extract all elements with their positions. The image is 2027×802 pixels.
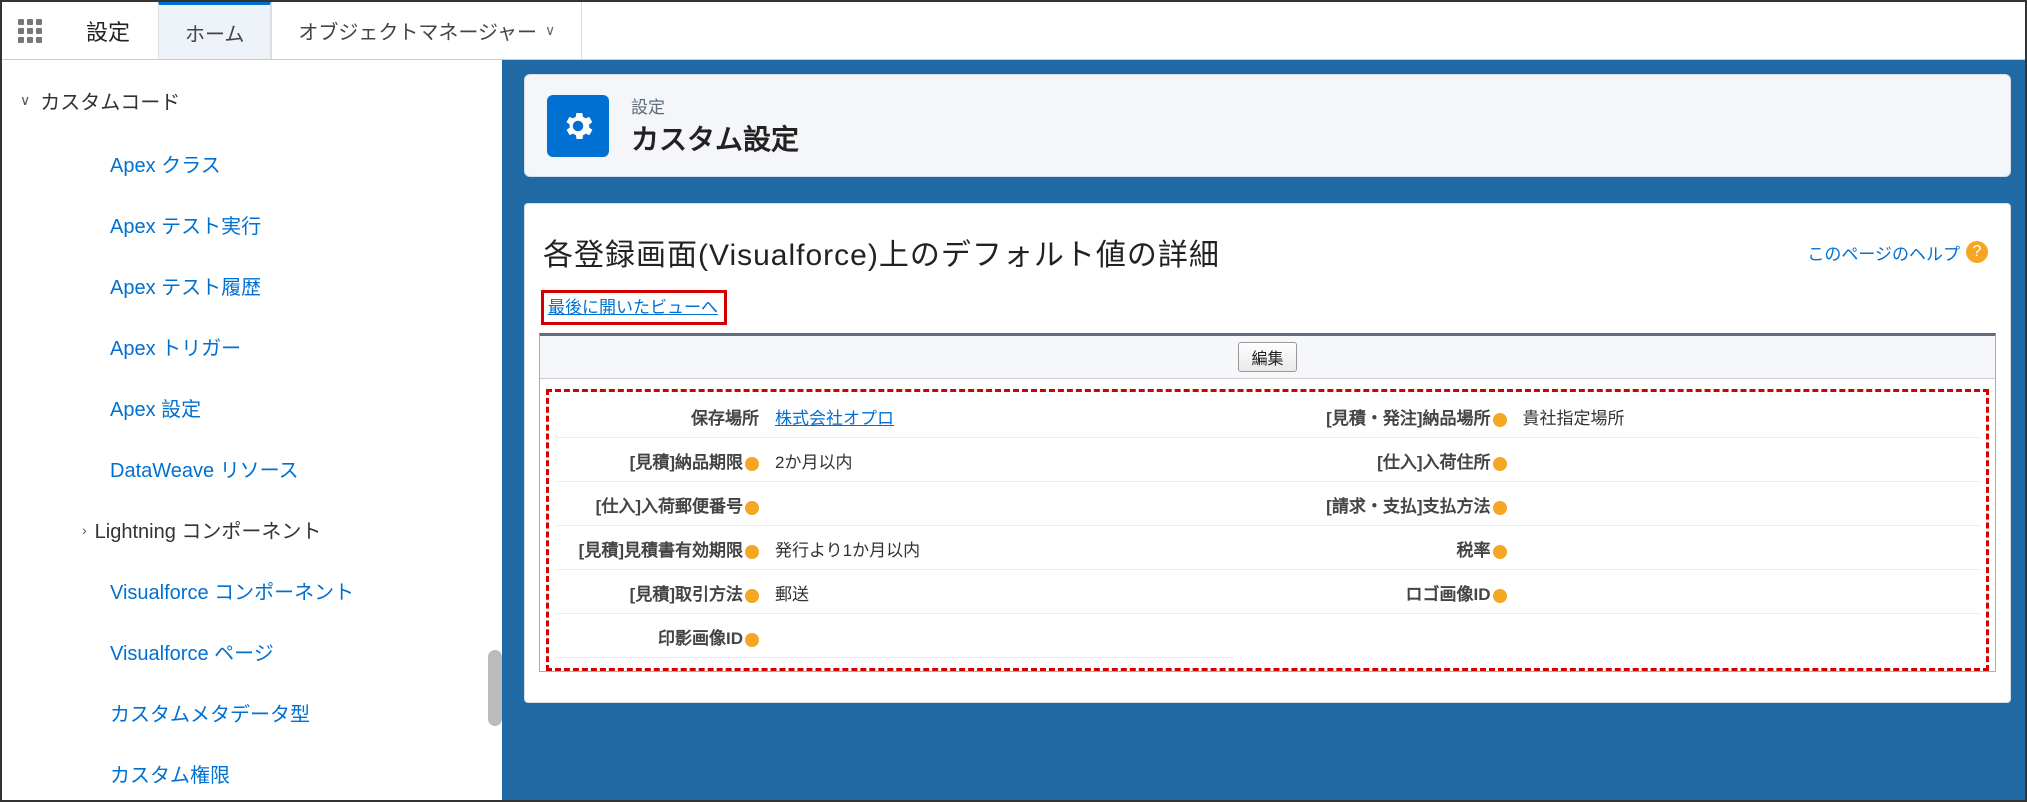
field-label xyxy=(1233,616,1513,658)
edit-button[interactable]: 編集 xyxy=(1238,342,1296,372)
field-label: [仕入]入荷住所 xyxy=(1233,440,1513,482)
field-value xyxy=(1513,440,1981,482)
help-icon[interactable] xyxy=(1493,501,1507,515)
field-label: [見積]納品期限 xyxy=(555,440,765,482)
tree-item[interactable]: カスタム権限 xyxy=(2,743,502,802)
top-nav: 設定 ホーム オブジェクトマネージャー ∨ xyxy=(2,2,2025,60)
field-value xyxy=(1513,484,1981,526)
field-value xyxy=(1513,616,1981,658)
sidebar: ∨ カスタムコード Apex クラス Apex テスト実行 Apex テスト履歴… xyxy=(2,60,502,800)
chevron-right-icon: › xyxy=(82,522,87,538)
app-launcher-icon[interactable] xyxy=(2,2,58,59)
content-card: 各登録画面(Visualforce)上のデフォルト値の詳細 このページのヘルプ … xyxy=(524,203,2011,703)
field-value xyxy=(1513,528,1981,570)
tree-item[interactable]: Visualforce ページ xyxy=(2,621,502,682)
back-to-view-link[interactable]: 最後に開いたビューへ xyxy=(548,298,718,317)
tree-subparent-lightning[interactable]: › Lightning コンポーネント xyxy=(2,499,502,560)
page-title: 各登録画面(Visualforce)上のデフォルト値の詳細 xyxy=(543,230,1220,274)
main-pane: 設定 カスタム設定 各登録画面(Visualforce)上のデフォルト値の詳細 … xyxy=(502,60,2025,800)
help-icon[interactable] xyxy=(745,633,759,647)
field-value xyxy=(1513,572,1981,614)
chevron-down-icon: ∨ xyxy=(20,92,30,109)
tree-item[interactable]: Apex テスト実行 xyxy=(2,194,502,255)
tree-item[interactable]: Apex トリガー xyxy=(2,316,502,377)
gear-icon xyxy=(547,95,609,157)
help-icon[interactable] xyxy=(1493,413,1507,427)
tab-object-manager[interactable]: オブジェクトマネージャー ∨ xyxy=(271,2,582,59)
field-label: [見積]取引方法 xyxy=(555,572,765,614)
tab-home[interactable]: ホーム xyxy=(158,1,271,59)
help-icon[interactable] xyxy=(1493,589,1507,603)
field-label: [見積]見積書有効期限 xyxy=(555,528,765,570)
field-value xyxy=(765,616,1233,658)
tree-parent-custom-code[interactable]: ∨ カスタムコード xyxy=(2,80,502,133)
header-small: 設定 xyxy=(631,93,799,118)
detail-block: 編集 保存場所 株式会社オプロ [見積・発注]納品場所 貴社指定場所 [見積]納… xyxy=(539,333,1996,672)
help-icon[interactable] xyxy=(745,589,759,603)
header-card: 設定 カスタム設定 xyxy=(524,74,2011,177)
help-link-label: このページのヘルプ xyxy=(1807,240,1960,265)
help-icon[interactable] xyxy=(1493,457,1507,471)
help-icon[interactable] xyxy=(745,545,759,559)
help-icon[interactable] xyxy=(1493,545,1507,559)
field-label: 印影画像ID xyxy=(555,616,765,658)
scrollbar-thumb[interactable] xyxy=(488,650,502,726)
field-label: ロゴ画像ID xyxy=(1233,572,1513,614)
tree-item[interactable]: Apex クラス xyxy=(2,133,502,194)
tree-item[interactable]: カスタムメタデータ型 xyxy=(2,682,502,743)
field-label: [見積・発注]納品場所 xyxy=(1233,396,1513,438)
field-value: 貴社指定場所 xyxy=(1513,396,1981,438)
field-label: 保存場所 xyxy=(555,396,765,438)
field-label: [請求・支払]支払方法 xyxy=(1233,484,1513,526)
tree-item[interactable]: Apex テスト履歴 xyxy=(2,255,502,316)
help-icon[interactable] xyxy=(745,501,759,515)
field-value xyxy=(765,484,1233,526)
org-link[interactable]: 株式会社オプロ xyxy=(775,409,894,428)
tree-parent-label: カスタムコード xyxy=(40,86,180,115)
tree-item[interactable]: DataWeave リソース xyxy=(2,438,502,499)
tree-subparent-label: Lightning コンポーネント xyxy=(95,515,322,544)
chevron-down-icon: ∨ xyxy=(545,22,555,39)
field-label: [仕入]入荷郵便番号 xyxy=(555,484,765,526)
button-row: 編集 xyxy=(540,336,1995,379)
tree-item[interactable]: Visualforce コンポーネント xyxy=(2,560,502,621)
help-link[interactable]: このページのヘルプ ? xyxy=(1807,240,1988,265)
tab-object-manager-label: オブジェクトマネージャー xyxy=(298,16,537,45)
field-label: 税率 xyxy=(1233,528,1513,570)
field-value: 2か月以内 xyxy=(765,440,1233,482)
field-value: 発行より1か月以内 xyxy=(765,528,1233,570)
header-big: カスタム設定 xyxy=(631,118,799,158)
field-value: 郵送 xyxy=(765,572,1233,614)
setup-label: 設定 xyxy=(58,2,158,59)
field-value: 株式会社オプロ xyxy=(765,396,1233,438)
highlight-dashed-box: 保存場所 株式会社オプロ [見積・発注]納品場所 貴社指定場所 [見積]納品期限… xyxy=(546,389,1989,671)
tree-item[interactable]: Apex 設定 xyxy=(2,377,502,438)
help-icon[interactable] xyxy=(745,457,759,471)
help-icon: ? xyxy=(1966,241,1988,263)
highlight-box: 最後に開いたビューへ xyxy=(541,290,727,325)
field-grid: 保存場所 株式会社オプロ [見積・発注]納品場所 貴社指定場所 [見積]納品期限… xyxy=(555,396,1980,658)
